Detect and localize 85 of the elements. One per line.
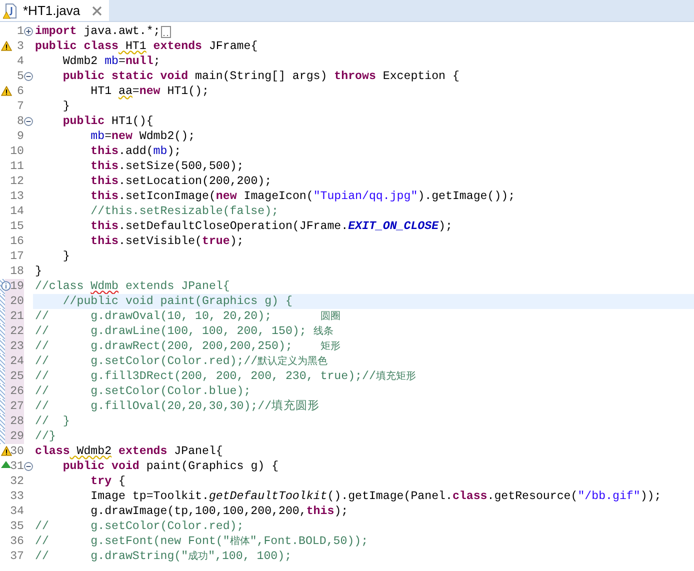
code-line: this.setIconImage(new ImageIcon("Tupian/qq.jpg").getImage()); <box>90 189 516 204</box>
line-number: 15 <box>10 220 24 232</box>
line-number: 14 <box>10 206 24 218</box>
line-number: 35 <box>10 520 24 532</box>
line-number: 19 <box>10 280 24 292</box>
line-number: 34 <box>10 506 24 518</box>
line-number: 3 <box>17 40 24 52</box>
code-line: // g.setColor(Color.blue); <box>35 384 251 399</box>
line-number: 5 <box>17 70 24 82</box>
line-number: 13 <box>10 190 24 202</box>
code-line: this.setLocation(200,200); <box>90 174 272 189</box>
line-number: 31 <box>10 460 24 472</box>
line-number: 25 <box>10 370 24 382</box>
warning-icon <box>0 41 12 51</box>
code-line: //this.setResizable(false); <box>90 204 279 219</box>
line-number: 20 <box>10 296 24 308</box>
code-line: // g.setColor(Color.red);//默认定义为黑色 <box>35 354 328 369</box>
code-line: } <box>62 249 70 264</box>
code-line: this.setDefaultCloseOperation(JFrame.EXIT_ON_CLOSE); <box>90 219 452 234</box>
line-number: 28 <box>10 416 24 428</box>
line-number: 22 <box>10 326 24 338</box>
collapse-icon[interactable] <box>24 72 33 81</box>
tab-title: *HT1.java <box>23 2 80 20</box>
code-line: Image tp=Toolkit.getDefaultToolkit().getImage(Panel.class.getResource("/bb.gif")); <box>90 489 662 504</box>
collapse-icon[interactable] <box>24 462 33 471</box>
line-number: 8 <box>17 116 24 128</box>
line-number: 16 <box>10 236 24 248</box>
line-number: 7 <box>17 100 24 112</box>
line-number: 36 <box>10 536 24 548</box>
close-icon[interactable] <box>92 6 102 16</box>
code-line: // g.drawRect(200, 200,200,250); 矩形 <box>35 339 340 354</box>
line-number: 21 <box>10 310 24 322</box>
line-number: 18 <box>10 266 24 278</box>
code-line: Wdmb2 mb=null; <box>62 54 160 69</box>
code-line: class Wdmb2 extends JPanel{ <box>35 444 223 459</box>
code-line: try { <box>90 474 126 489</box>
line-number: 10 <box>10 146 24 158</box>
warning-icon <box>0 86 12 96</box>
line-number: 9 <box>17 130 24 142</box>
line-number: 30 <box>10 446 24 458</box>
line-number: 17 <box>10 250 24 262</box>
collapsed-code-icon[interactable] <box>161 26 172 38</box>
line-number: 12 <box>10 176 24 188</box>
code-line: // g.drawString("成功",100, 100); <box>35 549 292 564</box>
code-line: } <box>62 99 70 114</box>
code-line: public static void main(String[] args) throws Exception { <box>62 69 460 84</box>
code-line: public HT1(){ <box>62 114 154 129</box>
expand-icon[interactable] <box>24 27 33 36</box>
line-number: 11 <box>10 160 24 172</box>
line-number: 4 <box>17 56 24 68</box>
code-line: //public void paint(Graphics g) { <box>62 294 292 309</box>
code-line: // g.fillOval(20,20,30,30);//填充圆形 <box>35 399 320 414</box>
warning-icon <box>0 446 12 456</box>
line-number: 33 <box>10 490 24 502</box>
line-number: 23 <box>10 340 24 352</box>
code-line: this.setVisible(true); <box>90 234 244 249</box>
code-line: public class HT1 extends JFrame{ <box>35 39 258 54</box>
code-line: //} <box>35 429 56 444</box>
code-line: HT1 aa=new HT1(); <box>90 84 209 99</box>
line-number: 6 <box>17 86 24 98</box>
code-line: // g.setColor(Color.red); <box>35 519 244 534</box>
triangle-icon <box>1 461 11 468</box>
line-number: 24 <box>10 356 24 368</box>
code-line: // } <box>35 414 70 429</box>
code-line: mb=new Wdmb2(); <box>90 129 196 144</box>
line-number: 27 <box>10 400 24 412</box>
code-line: import java.awt.*; <box>35 24 160 39</box>
code-line: // g.drawOval(10, 10, 20,20); 圆圈 <box>35 309 340 324</box>
code-line: } <box>35 264 42 279</box>
code-line: // g.fill3DRect(200, 200, 200, 230, true);//填充矩形 <box>35 369 416 384</box>
code-line: // g.setFont(new Font("楷体",Font.BOLD,50)); <box>35 534 368 549</box>
code-line: public void paint(Graphics g) { <box>62 459 279 474</box>
code-line: //class Wdmb extends JPanel{ <box>35 279 230 294</box>
line-number: 1 <box>17 26 24 38</box>
line-number: 29 <box>10 430 24 442</box>
code-line: this.add(mb); <box>90 144 182 159</box>
code-line: g.drawImage(tp,100,100,200,200,this); <box>90 504 348 519</box>
collapse-icon[interactable] <box>24 117 33 126</box>
line-number: 26 <box>10 386 24 398</box>
editor-tab[interactable]: *HT1.java <box>0 0 110 21</box>
info-icon <box>1 281 11 291</box>
line-number: 32 <box>10 476 24 488</box>
code-line: this.setSize(500,500); <box>90 159 244 174</box>
code-line: // g.drawLine(100, 100, 200, 150); 线条 <box>35 324 334 339</box>
line-number: 37 <box>10 550 24 562</box>
